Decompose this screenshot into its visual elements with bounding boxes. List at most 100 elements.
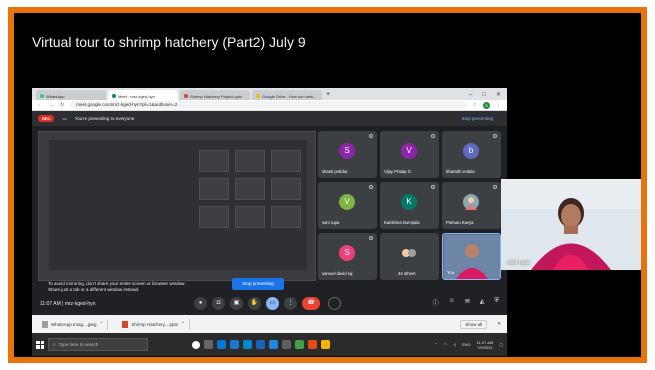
avatar: V: [401, 143, 417, 159]
participant-tile[interactable]: b bharathi vedula: [442, 131, 501, 178]
volume-icon[interactable]: ◁: [453, 342, 456, 347]
tab-drive[interactable]: Google Drive - How suri web...: [252, 90, 322, 100]
tab-pptx[interactable]: Shrimp Hatchery Project.pptx: [180, 90, 250, 100]
windows-start-icon[interactable]: [36, 340, 44, 349]
close-icon[interactable]: ✕: [496, 90, 501, 100]
chat-icon[interactable]: ✉: [465, 298, 470, 307]
participant-tile[interactable]: S samuel david raj: [318, 233, 377, 280]
cortana-icon[interactable]: [192, 340, 200, 349]
participant-name: Vijay Pratap G: [384, 169, 411, 174]
profile-avatar[interactable]: S: [483, 101, 490, 109]
edge-icon[interactable]: [217, 340, 226, 349]
tray-chevron-icon[interactable]: ⌃: [434, 342, 437, 347]
outer-frame: Virtual tour to shrimp hatchery (Part2) …: [8, 7, 647, 363]
pin-icon[interactable]: [493, 134, 497, 138]
more-options-icon[interactable]: ⋮: [284, 297, 297, 310]
tab-meet[interactable]: Meet - mrz-kged-hyn: [108, 90, 178, 100]
self-tile[interactable]: You: [442, 233, 501, 280]
others-tile[interactable]: 34 others: [380, 233, 439, 280]
maximize-icon[interactable]: □: [482, 90, 486, 100]
show-all-button[interactable]: Show all: [460, 319, 488, 329]
preview-tile: [199, 178, 229, 200]
app-icon[interactable]: [282, 340, 291, 349]
chevron-up-icon[interactable]: ⌃: [181, 321, 185, 327]
pin-icon[interactable]: [369, 134, 373, 138]
chrome-browser-icon[interactable]: [295, 340, 304, 349]
close-downloads-icon[interactable]: ✕: [497, 321, 501, 327]
downloads-bar: WhatsApp Imag....jpeg ⌃ Shrimp Hatchery.…: [32, 315, 507, 333]
network-icon[interactable]: ◠: [443, 342, 447, 347]
stop-presenting-button[interactable]: Stop presenting: [232, 278, 284, 290]
mic-icon[interactable]: ●: [194, 297, 207, 310]
address-row: ← → ↻ meet.google.com/mrz-kged-hyn?pli=1…: [32, 100, 507, 111]
chevron-up-icon[interactable]: ⌃: [100, 321, 104, 327]
download-item[interactable]: WhatsApp Imag....jpeg ⌃: [38, 318, 109, 330]
pin-icon[interactable]: [369, 236, 373, 240]
group-avatars-icon: [401, 245, 417, 261]
captions-icon[interactable]: ▣: [230, 297, 243, 310]
participant-tile[interactable]: V Vijay Pratap G: [380, 131, 439, 178]
preview-tile: [199, 206, 229, 228]
pin-icon[interactable]: [431, 134, 435, 138]
shared-screen: WhatsApp Meet - mrz-kged-hyn Shrimp Hatc…: [32, 88, 507, 356]
stop-presenting-link[interactable]: Stop presenting: [461, 116, 493, 121]
avatar: K: [401, 194, 417, 210]
minimize-icon[interactable]: –: [469, 90, 472, 100]
avatar: V: [339, 194, 355, 210]
pin-icon[interactable]: [369, 185, 373, 189]
meet-control-bar: 11:07 AM | mrz-kged-hyn ● ◘ ▣ ✋ ▭ ⋮ ☎ ⓘ …: [32, 293, 507, 315]
preview-tile: [271, 206, 301, 228]
meeting-info: 11:07 AM | mrz-kged-hyn: [40, 301, 96, 307]
chrome-icon[interactable]: [230, 340, 239, 349]
participant-name: bharathi vedula: [446, 169, 475, 174]
pin-icon[interactable]: [493, 185, 497, 189]
mail-icon[interactable]: [256, 340, 265, 349]
pin-icon[interactable]: [431, 185, 435, 189]
pptx-file-icon: [122, 320, 129, 328]
word-icon[interactable]: [269, 340, 278, 349]
drive-icon: [256, 94, 260, 98]
forward-icon[interactable]: →: [49, 102, 54, 108]
address-bar[interactable]: meet.google.com/mrz-kged-hyn?pli=1&authu…: [70, 101, 467, 109]
star-icon[interactable]: ☆: [473, 102, 477, 108]
folder-icon[interactable]: [321, 340, 330, 349]
search-icon: ⌕: [53, 342, 56, 347]
notifications-icon[interactable]: ▢: [499, 342, 503, 347]
preview-tile: [235, 150, 265, 172]
menu-icon[interactable]: ⋮: [496, 102, 501, 108]
present-screen-icon[interactable]: ▭: [266, 297, 279, 310]
rec-badge: REC: [38, 115, 55, 122]
camera-icon[interactable]: ◘: [212, 297, 225, 310]
activities-icon[interactable]: ◭: [480, 298, 485, 307]
presenting-text: You're presenting to everyone: [74, 116, 135, 121]
meet-icon: [112, 94, 116, 98]
participant-tile[interactable]: S shanti prabha: [318, 131, 377, 178]
avatar: b: [463, 143, 479, 159]
language-indicator[interactable]: ENG: [462, 342, 471, 347]
powerpoint-icon[interactable]: [308, 340, 317, 349]
people-icon[interactable]: ☺: [449, 298, 455, 307]
taskbar-search[interactable]: ⌕ Type here to search: [48, 338, 148, 351]
preview-tile: [235, 206, 265, 228]
preview-tile: [199, 150, 229, 172]
slides-icon: [184, 94, 188, 98]
raise-hand-icon[interactable]: ✋: [248, 297, 261, 310]
host-controls-icon[interactable]: ⛨: [494, 298, 499, 307]
download-item[interactable]: Shrimp Hatchery....pptx ⌃: [118, 318, 190, 330]
tab-whatsapp[interactable]: WhatsApp: [36, 90, 106, 100]
back-icon[interactable]: ←: [38, 102, 43, 108]
self-label: You: [447, 270, 455, 275]
participant-tile[interactable]: V vani rupa: [318, 182, 377, 229]
avatar: S: [339, 245, 355, 261]
new-tab-icon[interactable]: +: [326, 90, 330, 100]
task-view-icon[interactable]: [204, 340, 213, 349]
participant-tile[interactable]: Potnuru Kavya: [442, 182, 501, 229]
participant-name: Karishma Dumpala: [384, 220, 420, 225]
end-call-icon[interactable]: ☎: [302, 297, 320, 310]
participant-tile[interactable]: K Karishma Dumpala: [380, 182, 439, 229]
info-icon[interactable]: ⓘ: [433, 298, 439, 307]
store-icon[interactable]: [243, 340, 252, 349]
reload-icon[interactable]: ↻: [60, 102, 64, 108]
taskbar-clock[interactable]: 11:07 AM 7/9/2021: [477, 340, 494, 350]
slide-title: Virtual tour to shrimp hatchery (Part2) …: [32, 34, 306, 50]
